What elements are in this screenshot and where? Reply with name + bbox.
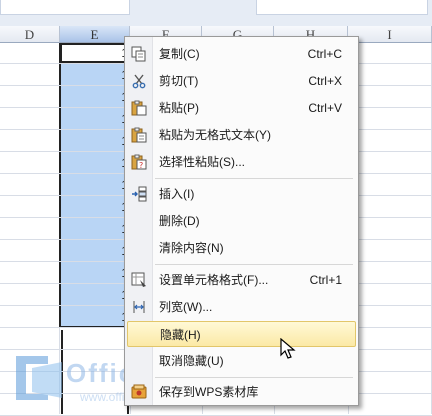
menu-item-shortcut: Ctrl+X	[308, 74, 342, 88]
svg-text:?: ?	[139, 161, 143, 170]
menu-item-label: 清除内容(N)	[159, 241, 224, 255]
menu-item-label: 设置单元格格式(F)...	[159, 273, 269, 287]
menu-item-save-to-wps-library[interactable]: 保存到WPS素材库	[127, 379, 356, 405]
menu-separator	[155, 178, 353, 179]
format-cells-icon	[131, 272, 147, 288]
column-width-icon	[131, 299, 147, 315]
menu-item-paste[interactable]: 粘贴(P) Ctrl+V	[127, 95, 356, 121]
menu-item-label: 隐藏(H)	[160, 328, 201, 342]
menu-item-copy[interactable]: 复制(C) Ctrl+C	[127, 41, 356, 67]
menu-item-shortcut: Ctrl+V	[308, 101, 342, 115]
menu-item-label: 列宽(W)...	[159, 300, 213, 314]
menu-item-hide[interactable]: 隐藏(H)	[127, 321, 356, 347]
paste-plain-icon	[131, 127, 147, 143]
menu-item-label: 粘贴(P)	[159, 101, 199, 115]
menu-item-label: 取消隐藏(U)	[159, 354, 224, 368]
menu-item-label: 粘贴为无格式文本(Y)	[159, 128, 271, 142]
menu-item-label: 剪切(T)	[159, 74, 199, 88]
menu-item-delete[interactable]: 删除(D)	[127, 208, 356, 234]
toolbar-strip	[0, 0, 432, 26]
context-menu: 复制(C) Ctrl+C 剪切(T) Ctrl+X 粘贴(P) Ctrl+V 粘…	[124, 36, 359, 406]
menu-item-cut[interactable]: 剪切(T) Ctrl+X	[127, 68, 356, 94]
menu-item-label: 复制(C)	[159, 47, 200, 61]
column-header-e[interactable]: E	[60, 26, 130, 43]
column-header-i[interactable]: I	[348, 26, 432, 43]
menu-item-column-width[interactable]: 列宽(W)...	[127, 294, 356, 320]
menu-item-paste-special[interactable]: ? 选择性粘贴(S)...	[127, 149, 356, 175]
scissors-icon	[131, 73, 147, 89]
insert-icon	[131, 186, 147, 202]
menu-item-clear-contents[interactable]: 清除内容(N)	[127, 235, 356, 261]
paste-special-icon: ?	[131, 154, 147, 170]
mouse-cursor-icon	[280, 337, 296, 360]
menu-item-unhide[interactable]: 取消隐藏(U)	[127, 348, 356, 374]
wps-library-icon	[131, 384, 147, 400]
menu-separator	[155, 377, 353, 378]
formula-bar[interactable]	[256, 0, 428, 15]
copy-icon	[131, 46, 147, 62]
menu-item-label: 选择性粘贴(S)...	[159, 155, 245, 169]
menu-item-shortcut: Ctrl+1	[309, 273, 342, 287]
menu-item-insert[interactable]: 插入(I)	[127, 181, 356, 207]
column-header-d[interactable]: D	[0, 26, 60, 43]
paste-icon	[131, 100, 147, 116]
menu-item-label: 删除(D)	[159, 214, 200, 228]
menu-item-paste-plain-text[interactable]: 粘贴为无格式文本(Y)	[127, 122, 356, 148]
menu-separator	[155, 264, 353, 265]
name-box[interactable]	[0, 0, 130, 15]
menu-item-label: 插入(I)	[159, 187, 195, 201]
menu-item-label: 保存到WPS素材库	[159, 385, 259, 399]
menu-item-format-cells[interactable]: 设置单元格格式(F)... Ctrl+1	[127, 267, 356, 293]
menu-item-shortcut: Ctrl+C	[307, 47, 342, 61]
